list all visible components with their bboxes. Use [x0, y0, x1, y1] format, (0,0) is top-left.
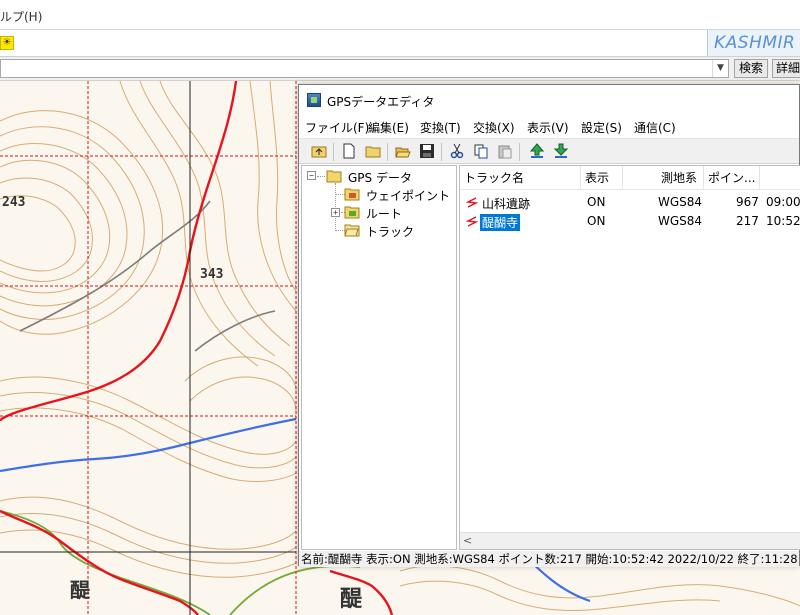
editor-toolbar: [299, 138, 799, 164]
table-row[interactable]: 醍醐寺 ON WGS84 217 10:52:4: [460, 212, 800, 231]
elevation-label: 343: [200, 267, 224, 282]
run-icon[interactable]: ☀: [0, 36, 14, 50]
tree-item-label: ルート: [366, 207, 403, 221]
brand-banner: KASHMIR: [707, 30, 800, 56]
track-name: 山科遺跡: [482, 197, 531, 211]
save-icon[interactable]: [419, 143, 435, 159]
track-start: 10:52:4: [766, 214, 800, 228]
collapse-toggle[interactable]: −: [307, 171, 316, 180]
folder-open-icon[interactable]: [395, 143, 411, 159]
help-menu[interactable]: ルプ(H): [0, 8, 42, 25]
tree-item-label: ウェイポイント: [366, 189, 451, 203]
detail-button[interactable]: 詳細: [772, 59, 800, 78]
copy-icon[interactable]: [473, 143, 489, 159]
table-row[interactable]: 山科遺跡 ON WGS84 967 09:00:0: [460, 193, 800, 212]
list-header: トラック名 表示 測地系 ポイン...: [460, 166, 800, 190]
route-folder-icon: [344, 206, 360, 219]
column-header-track-name[interactable]: トラック名: [460, 166, 581, 190]
scroll-left-icon[interactable]: <: [463, 534, 472, 547]
search-button[interactable]: 検索: [734, 59, 768, 78]
gps-data-editor-window[interactable]: GPSデータエディタ ファイル(F) 編集(E) 変換(T) 交換(X) 表示(…: [298, 84, 800, 567]
status-bar: 名前:醍醐寺 表示:ON 測地系:WGS84 ポイント数:217 開始:10:5…: [299, 551, 799, 567]
new-file-icon[interactable]: [341, 143, 357, 159]
road-lines: [19, 200, 276, 352]
horizontal-scrollbar[interactable]: <: [460, 532, 800, 549]
track-points: 967: [736, 195, 759, 209]
track-list-pane[interactable]: トラック名 表示 測地系 ポイン... 山科遺跡 ON WGS84 967 09…: [459, 165, 800, 550]
data-tree-pane[interactable]: − GPS データ ウェイポイント + ルート トラック: [301, 165, 457, 550]
host-searchbar: ▼ 検索 詳細: [0, 57, 800, 81]
track-folder-icon: [344, 224, 360, 237]
place-label: 醍: [70, 578, 90, 602]
search-dropdown[interactable]: ▼: [0, 59, 729, 78]
elevation-label: 243: [2, 195, 26, 210]
open-folder-icon[interactable]: [365, 143, 381, 159]
track-start: 09:00:0: [766, 195, 800, 209]
track-display: ON: [587, 195, 606, 209]
download-icon[interactable]: [553, 143, 569, 159]
track-icon: [466, 216, 478, 227]
menu-convert[interactable]: 変換(T): [420, 119, 461, 136]
window-title: GPSデータエディタ: [327, 95, 435, 109]
host-toolbar: ☀: [0, 30, 800, 57]
menu-exchange[interactable]: 交換(X): [473, 119, 515, 136]
menu-view[interactable]: 表示(V): [527, 119, 569, 136]
column-header-datum[interactable]: 測地系: [623, 166, 704, 190]
expand-toggle[interactable]: +: [331, 208, 340, 217]
track-datum: WGS84: [658, 214, 703, 228]
brand-logo: KASHMIR: [714, 33, 796, 53]
column-header-points[interactable]: ポイン...: [704, 166, 760, 190]
menu-edit[interactable]: 編集(E): [368, 119, 409, 136]
tree-item-label: トラック: [366, 225, 415, 239]
menu-communication[interactable]: 通信(C): [634, 119, 676, 136]
cut-icon[interactable]: [449, 143, 465, 159]
track-datum: WGS84: [658, 195, 703, 209]
menu-file[interactable]: ファイル(F): [305, 119, 369, 136]
track-points: 217: [736, 214, 759, 228]
folder-icon: [326, 170, 342, 183]
track-name-selected[interactable]: 醍醐寺: [480, 214, 521, 231]
chevron-down-icon[interactable]: ▼: [712, 60, 728, 77]
upload-icon[interactable]: [529, 143, 545, 159]
column-header-display[interactable]: 表示: [581, 166, 623, 190]
folder-up-icon[interactable]: [311, 143, 327, 159]
track-display: ON: [587, 214, 606, 228]
track-icon: [466, 197, 478, 208]
host-menubar: ルプ(H): [0, 0, 800, 30]
window-titlebar[interactable]: GPSデータエディタ: [299, 85, 799, 115]
place-label: 醍: [340, 587, 363, 612]
waypoint-folder-icon: [344, 188, 360, 201]
menu-settings[interactable]: 設定(S): [581, 119, 622, 136]
tree-item-label: GPS データ: [348, 171, 412, 185]
editor-menubar: ファイル(F) 編集(E) 変換(T) 交換(X) 表示(V) 設定(S) 通信…: [299, 115, 799, 137]
paste-icon[interactable]: [497, 143, 513, 159]
gps-app-icon: [307, 93, 321, 107]
